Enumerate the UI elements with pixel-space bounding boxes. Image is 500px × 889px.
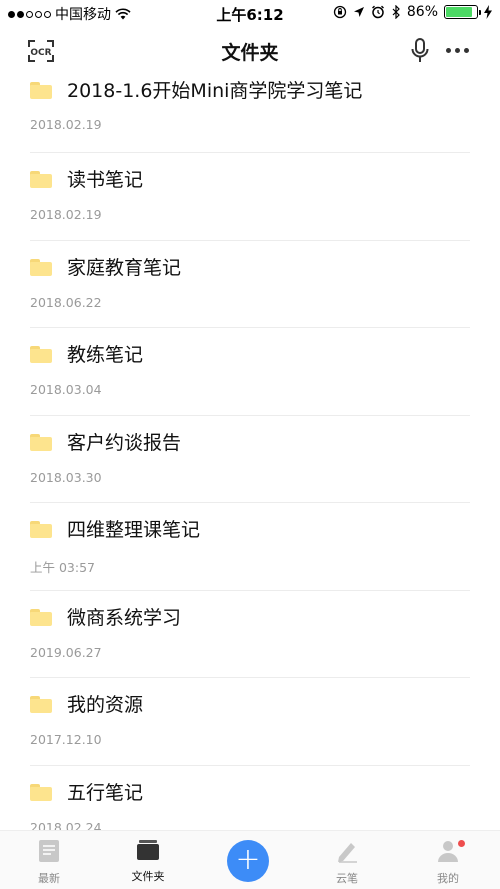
folder-date: 2017.12.10: [30, 732, 102, 747]
more-menu-icon[interactable]: [446, 48, 469, 53]
folder-icon: [137, 840, 159, 860]
tab-mine[interactable]: 我的: [408, 839, 488, 886]
tab-latest[interactable]: 最新: [9, 839, 89, 886]
bluetooth-icon: [392, 5, 400, 19]
nav-bar: OCR 文件夹: [0, 26, 500, 76]
microphone-icon: [411, 38, 429, 62]
folder-date: 2019.06.27: [30, 644, 102, 660]
folder-icon: [30, 346, 52, 363]
folder-name: 家庭教育笔记: [67, 256, 182, 279]
folder-icon: [30, 171, 52, 188]
folder-date: 2018.06.22: [30, 294, 102, 310]
tab-label: 我的: [437, 872, 459, 885]
notification-badge: [458, 840, 465, 847]
tab-label: 文件夹: [131, 870, 165, 883]
tab-label: 最新: [38, 872, 60, 885]
folder-icon: [30, 433, 52, 451]
document-icon: [39, 840, 59, 862]
folder-icon: [30, 82, 52, 99]
folder-date: 上午 03:57: [30, 560, 95, 575]
alarm-icon: [371, 5, 384, 19]
screen: 中国移动 上午6:12 86% OCR 文件夹 2018-1.6开始Mini商学…: [0, 0, 500, 889]
add-button[interactable]: +: [227, 840, 269, 882]
tab-bar: 最新 文件夹 + 云笔 我的: [0, 830, 500, 889]
folder-item[interactable]: 四维整理课笔记 上午 03:57: [30, 503, 470, 591]
folder-item[interactable]: 2018-1.6开始Mini商学院学习笔记 2018.02.19: [30, 76, 470, 153]
folder-name: 我的资源: [67, 694, 144, 716]
status-bar: 中国移动 上午6:12 86%: [0, 0, 500, 26]
folder-item[interactable]: 五行笔记 2018.02.24: [30, 766, 470, 831]
voice-button[interactable]: [410, 38, 430, 68]
rotation-lock-icon: [333, 5, 347, 19]
pen-icon: [338, 843, 357, 863]
folder-date: 2018.02.19: [30, 117, 102, 132]
folder-item[interactable]: 客户约谈报告 2018.03.30: [30, 416, 470, 503]
tab-folders[interactable]: 文件夹: [108, 839, 188, 884]
folder-list[interactable]: 2018-1.6开始Mini商学院学习笔记 2018.02.19 读书笔记 20…: [0, 76, 500, 830]
folder-icon: [30, 696, 52, 713]
tab-cloud-pen[interactable]: 云笔: [307, 839, 387, 886]
folder-item[interactable]: 微商系统学习 2019.06.27: [30, 591, 470, 678]
folder-name: 五行笔记: [67, 781, 144, 804]
folder-name: 读书笔记: [67, 169, 144, 191]
folder-icon: [30, 258, 52, 276]
person-icon: [438, 841, 458, 862]
status-right: 86%: [333, 4, 492, 20]
folder-icon: [30, 783, 52, 801]
folder-icon: [30, 521, 52, 538]
folder-date: 2018.03.30: [30, 469, 102, 485]
folder-name: 教练笔记: [67, 344, 144, 366]
folder-name: 四维整理课笔记: [67, 519, 201, 541]
charging-icon: [484, 5, 492, 19]
folder-item[interactable]: 读书笔记 2018.02.19: [30, 153, 470, 241]
battery-percent: 86%: [406, 4, 438, 20]
folder-name: 客户约谈报告: [67, 431, 182, 454]
location-icon: [353, 7, 364, 17]
battery-icon: [444, 5, 481, 19]
folder-date: 2018.02.24: [30, 819, 102, 831]
tab-label: 云笔: [336, 872, 358, 885]
folder-date: 2018.03.04: [30, 382, 102, 397]
folder-item[interactable]: 我的资源 2017.12.10: [30, 678, 470, 766]
folder-name: 微商系统学习: [67, 606, 182, 629]
folder-item[interactable]: 教练笔记 2018.03.04: [30, 328, 470, 416]
folder-item[interactable]: 家庭教育笔记 2018.06.22: [30, 241, 470, 328]
plus-icon: +: [235, 842, 261, 877]
battery-fill: [446, 7, 472, 17]
folder-icon: [30, 608, 52, 626]
folder-name: 2018-1.6开始Mini商学院学习笔记: [67, 80, 363, 102]
folder-date: 2018.02.19: [30, 207, 102, 222]
